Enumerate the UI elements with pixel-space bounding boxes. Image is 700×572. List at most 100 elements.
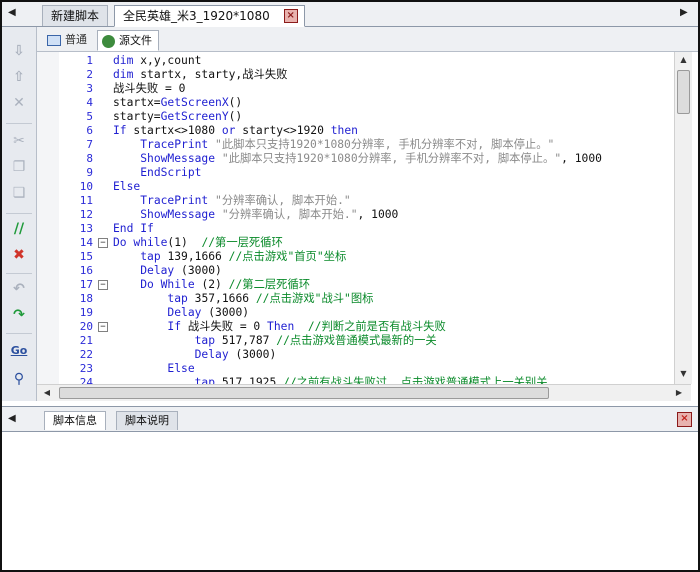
tab-script-description[interactable]: 脚本说明	[116, 411, 178, 430]
horizontal-scroll-thumb[interactable]	[59, 387, 549, 399]
code-line[interactable]: 9 EndScript	[37, 166, 674, 180]
move-up-icon[interactable]: ⇧	[9, 67, 29, 87]
code-line[interactable]: 21 tap 517,787 //点击游戏普通模式最新的一关	[37, 334, 674, 348]
comment-icon[interactable]: //	[9, 219, 29, 239]
code-text: Delay (3000)	[140, 264, 222, 277]
code-text: starty=GetScreenY()	[113, 110, 243, 123]
copy-icon[interactable]: ❐	[9, 157, 29, 177]
code-text: ShowMessage "分辨率确认, 脚本开始.", 1000	[140, 208, 399, 221]
tab-source-label: 源文件	[119, 34, 152, 47]
bottom-panel-tabs: ◀ 脚本信息 脚本说明 ×	[2, 406, 698, 432]
tab-normal-label: 普通	[65, 33, 87, 46]
line-number: 20	[79, 320, 93, 333]
scroll-up-icon[interactable]: ▲	[677, 54, 690, 66]
vertical-scroll-thumb[interactable]	[677, 70, 690, 114]
code-line[interactable]: 12 ShowMessage "分辨率确认, 脚本开始.", 1000	[37, 208, 674, 222]
cut-icon[interactable]: ✂	[9, 131, 29, 151]
code-line[interactable]: 18 tap 357,1666 //点击游戏"战斗"图标	[37, 292, 674, 306]
fold-toggle-icon[interactable]: −	[98, 322, 108, 332]
fold-toggle-icon[interactable]: −	[98, 238, 108, 248]
document-tab-bar: ◀ 新建脚本 全民英雄_米3_1920*1080 × ▶	[2, 2, 698, 27]
app-window: ◀ 新建脚本 全民英雄_米3_1920*1080 × ▶ ⇩ ⇧ ✕ ✂ ❐ ❏…	[0, 0, 700, 572]
tab-scroll-right-icon[interactable]: ▶	[680, 7, 688, 19]
tab-new-script[interactable]: 新建脚本	[42, 5, 109, 26]
line-number: 2	[86, 68, 93, 81]
code-line[interactable]: 24 tap 517,1925 //之前有战斗失败过, 点击游戏普通模式上一关别…	[37, 376, 674, 384]
line-number: 18	[79, 292, 93, 305]
toolbar-divider	[6, 213, 32, 214]
redo-icon[interactable]: ↷	[9, 305, 29, 325]
line-number: 17	[79, 278, 93, 291]
undo-icon[interactable]: ↶	[9, 279, 29, 299]
code-text: tap 357,1666 //点击游戏"战斗"图标	[167, 292, 374, 305]
code-text: Else	[113, 180, 141, 193]
vertical-scrollbar[interactable]: ▲ ▼	[674, 52, 692, 384]
code-line[interactable]: 19 Delay (3000)	[37, 306, 674, 320]
tab-source-view[interactable]: 源文件	[97, 30, 159, 51]
line-number: 16	[79, 264, 93, 277]
code-text: Delay (3000)	[194, 348, 277, 361]
tab-scroll-left-icon[interactable]: ◀	[8, 7, 16, 19]
code-text: Do while(1) //第一层死循环	[113, 236, 283, 249]
code-line[interactable]: 13 End If	[37, 222, 674, 236]
code-line[interactable]: 23 Else	[37, 362, 674, 376]
goto-icon[interactable]: Go	[9, 341, 29, 361]
code-line[interactable]: 16 Delay (3000)	[37, 264, 674, 278]
code-text: tap 139,1666 //点击游戏"首页"坐标	[140, 250, 347, 263]
tab-normal-view[interactable]: 普通	[47, 30, 87, 49]
normal-view-icon	[47, 34, 61, 46]
find-icon[interactable]: ⚲	[9, 369, 29, 389]
paste-icon[interactable]: ❏	[9, 183, 29, 203]
tab-current-script[interactable]: 全民英雄_米3_1920*1080 ×	[114, 5, 305, 27]
code-line[interactable]: 6 If startx<>1080 or starty<>1920 then	[37, 124, 674, 138]
tab-current-script-label: 全民英雄_米3_1920*1080	[123, 9, 270, 23]
line-number: 5	[86, 110, 93, 123]
line-number: 7	[86, 138, 93, 151]
line-number: 8	[86, 152, 93, 165]
bottom-tab-scroll-left-icon[interactable]: ◀	[8, 413, 16, 425]
horizontal-scrollbar[interactable]: ◀ ▶	[37, 384, 691, 401]
code-editor[interactable]: 1 dim x,y,count 2 dim startx, starty,战斗失败 3 战…	[37, 52, 674, 384]
tab-script-info[interactable]: 脚本信息	[44, 411, 106, 430]
code-line[interactable]: 3 战斗失败 = 0	[37, 82, 674, 96]
script-info-panel	[2, 432, 698, 570]
code-line[interactable]: 2 dim startx, starty,战斗失败	[37, 68, 674, 82]
code-text: tap 517,787 //点击游戏普通模式最新的一关	[194, 334, 437, 347]
source-view-icon	[102, 34, 115, 48]
code-text: Else	[167, 362, 195, 375]
code-line[interactable]: 8 ShowMessage "此脚本只支持1920*1080分辨率, 手机分辨率…	[37, 152, 674, 166]
move-down-icon[interactable]: ⇩	[9, 41, 29, 61]
code-line[interactable]: 15 tap 139,1666 //点击游戏"首页"坐标	[37, 250, 674, 264]
scroll-right-icon[interactable]: ▶	[673, 387, 685, 399]
code-text: startx=GetScreenX()	[113, 96, 243, 109]
line-number: 13	[79, 222, 93, 235]
tab-script-description-label: 脚本说明	[125, 414, 169, 427]
code-line[interactable]: 4 startx=GetScreenX()	[37, 96, 674, 110]
code-text: 战斗失败 = 0	[113, 82, 186, 95]
code-line[interactable]: 5 starty=GetScreenY()	[37, 110, 674, 124]
code-line[interactable]: 7 TracePrint "此脚本只支持1920*1080分辨率, 手机分辨率不…	[37, 138, 674, 152]
code-line[interactable]: 22 Delay (3000)	[37, 348, 674, 362]
code-line[interactable]: 10 Else	[37, 180, 674, 194]
toolbar-divider	[6, 273, 32, 274]
code-text: TracePrint "分辨率确认, 脚本开始."	[140, 194, 351, 207]
scroll-down-icon[interactable]: ▼	[677, 368, 690, 380]
code-text: Do While (2) //第二层死循环	[140, 278, 311, 291]
close-panel-icon[interactable]: ×	[677, 412, 692, 427]
scroll-left-icon[interactable]: ◀	[41, 387, 53, 399]
tab-script-info-label: 脚本信息	[53, 414, 97, 427]
uncomment-icon[interactable]: ✖	[9, 245, 29, 265]
line-number: 4	[86, 96, 93, 109]
code-line[interactable]: 17− Do While (2) //第二层死循环	[37, 278, 674, 292]
code-text: TracePrint "此脚本只支持1920*1080分辨率, 手机分辨率不对,…	[140, 138, 555, 151]
line-number: 22	[79, 348, 93, 361]
code-line[interactable]: 11 TracePrint "分辨率确认, 脚本开始."	[37, 194, 674, 208]
line-number: 24	[79, 376, 93, 384]
code-line[interactable]: 1 dim x,y,count	[37, 54, 674, 68]
delete-icon[interactable]: ✕	[9, 93, 29, 113]
fold-toggle-icon[interactable]: −	[98, 280, 108, 290]
close-tab-icon[interactable]: ×	[283, 9, 298, 23]
left-toolbar: ⇩ ⇧ ✕ ✂ ❐ ❏ // ✖ ↶ ↷ Go ⚲	[2, 27, 37, 401]
code-line[interactable]: 14− Do while(1) //第一层死循环	[37, 236, 674, 250]
code-line[interactable]: 20− If 战斗失败 = 0 Then //判断之前是否有战斗失败	[37, 320, 674, 334]
